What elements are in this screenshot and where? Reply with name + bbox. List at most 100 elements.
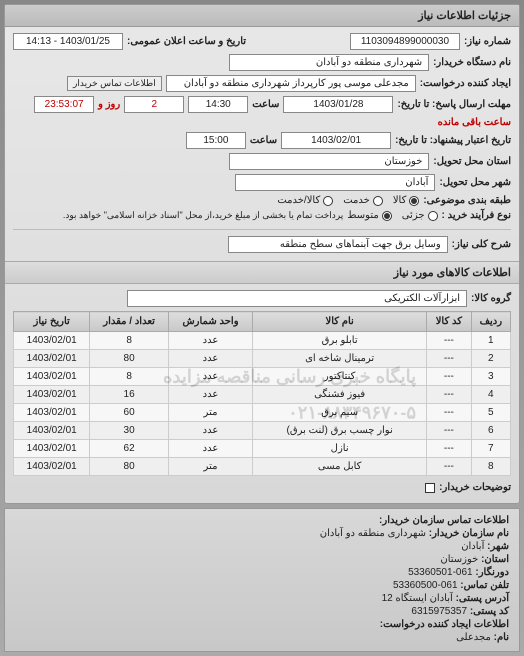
footer-org: شهرداری منطقه دو آبادان bbox=[320, 528, 426, 539]
table-row: 8---کابل مسیمتر801403/02/01 bbox=[14, 458, 511, 476]
validity-date: 1403/02/01 bbox=[281, 132, 391, 149]
classify-radios: کالا خدمت کالا/خدمت bbox=[277, 195, 419, 206]
radio-service-label: خدمت bbox=[343, 195, 370, 206]
deadline-label: مهلت ارسال پاسخ: تا تاریخ: bbox=[397, 99, 511, 110]
table-cell: عدد bbox=[168, 440, 252, 458]
creator-label: ایجاد کننده درخواست: bbox=[420, 78, 511, 89]
buyer-notes-checkbox[interactable] bbox=[425, 483, 435, 493]
time-label1: ساعت bbox=[252, 99, 279, 110]
table-row: 5---سیم برق۰۲۱-۸۸۳۴۹۶۷۰-۵متر601403/02/01 bbox=[14, 404, 511, 422]
table-cell: 1403/02/01 bbox=[14, 458, 90, 476]
table-cell: --- bbox=[427, 350, 472, 368]
table-cell: --- bbox=[427, 422, 472, 440]
table-cell: 1403/02/01 bbox=[14, 404, 90, 422]
panel-title: جزئیات اطلاعات نیاز bbox=[5, 5, 519, 27]
radio-medium[interactable] bbox=[382, 211, 392, 221]
table-cell: 6 bbox=[471, 422, 510, 440]
table-cell: 16 bbox=[90, 386, 169, 404]
time-remain-label: ساعت باقی مانده bbox=[438, 117, 511, 128]
col-unit: واحد شمارش bbox=[168, 312, 252, 332]
col-row: ردیف bbox=[471, 312, 510, 332]
footer-city-label: شهر: bbox=[487, 541, 509, 552]
footer-phone-label: تلفن تماس: bbox=[460, 580, 509, 591]
desc-label: شرح کلی نیاز: bbox=[452, 239, 511, 250]
radio-minor[interactable] bbox=[428, 211, 438, 221]
reqnum-label: شماره نیاز: bbox=[464, 36, 511, 47]
radio-goods[interactable] bbox=[409, 196, 419, 206]
table-cell: 1403/02/01 bbox=[14, 350, 90, 368]
table-cell: 80 bbox=[90, 350, 169, 368]
table-cell: متر bbox=[168, 458, 252, 476]
table-row: 3---کنتاکتورپایگاه خبری رسانی مناقصه مزا… bbox=[14, 368, 511, 386]
deadline-date: 1403/01/28 bbox=[283, 96, 393, 113]
table-cell: 5 bbox=[471, 404, 510, 422]
table-cell: 8 bbox=[90, 332, 169, 350]
footer-fax-label: دورنگار: bbox=[475, 567, 509, 578]
footer-phone: 061-53360500 bbox=[393, 580, 458, 591]
buyer-contact-footer: اطلاعات تماس سازمان خریدار: نام سازمان خ… bbox=[4, 508, 520, 652]
table-cell: --- bbox=[427, 386, 472, 404]
col-qty: تعداد / مقدار bbox=[90, 312, 169, 332]
footer-city: آبادان bbox=[461, 541, 484, 552]
radio-both-label: کالا/خدمت bbox=[277, 195, 320, 206]
table-cell: --- bbox=[427, 368, 472, 386]
pubdate-value: 1403/01/25 - 14:13 bbox=[13, 33, 123, 50]
table-cell: ترمینال شاخه ای bbox=[253, 350, 427, 368]
table-cell: 3 bbox=[471, 368, 510, 386]
table-cell: کابل مسی bbox=[253, 458, 427, 476]
footer-province-label: استان: bbox=[481, 554, 509, 565]
footer-address-label: آدرس پستی: bbox=[456, 593, 509, 604]
table-cell: 8 bbox=[471, 458, 510, 476]
process-label: نوع فرآیند خرید : bbox=[442, 210, 511, 221]
province-value: خوزستان bbox=[229, 153, 429, 170]
table-cell: 4 bbox=[471, 386, 510, 404]
radio-both[interactable] bbox=[323, 196, 333, 206]
table-cell: 1403/02/01 bbox=[14, 368, 90, 386]
footer-name: مجدعلی bbox=[456, 632, 491, 643]
watermark-text: ۰۲۱-۸۸۳۴۹۶۷۰-۵ bbox=[288, 402, 416, 423]
footer-province: خوزستان bbox=[440, 554, 478, 565]
table-cell: 1 bbox=[471, 332, 510, 350]
table-cell: نوار چسب برق (لنت برق) bbox=[253, 422, 427, 440]
items-table: ردیف کد کالا نام کالا واحد شمارش تعداد /… bbox=[13, 311, 511, 476]
table-cell: عدد bbox=[168, 422, 252, 440]
validity-time: 15:00 bbox=[186, 132, 246, 149]
table-cell: 7 bbox=[471, 440, 510, 458]
radio-service[interactable] bbox=[373, 196, 383, 206]
table-cell: متر bbox=[168, 404, 252, 422]
table-cell: سیم برق۰۲۱-۸۸۳۴۹۶۷۰-۵ bbox=[253, 404, 427, 422]
pubdate-label: تاریخ و ساعت اعلان عمومی: bbox=[127, 36, 246, 47]
city-label: شهر محل تحویل: bbox=[439, 177, 511, 188]
footer-address: آبادان ایستگاه 12 bbox=[382, 593, 453, 604]
group-value: ابزارآلات الکتریکی bbox=[127, 290, 467, 307]
table-cell: 80 bbox=[90, 458, 169, 476]
table-row: 1---تابلو برقعدد81403/02/01 bbox=[14, 332, 511, 350]
time-label2: ساعت bbox=[250, 135, 277, 146]
col-date: تاریخ نیاز bbox=[14, 312, 90, 332]
items-section-title: اطلاعات کالاهای مورد نیاز bbox=[5, 261, 519, 284]
footer-name-label: نام: bbox=[494, 632, 509, 643]
col-name: نام کالا bbox=[253, 312, 427, 332]
radio-minor-label: جزئی bbox=[402, 210, 425, 221]
time-remaining: 23:53:07 bbox=[34, 96, 94, 113]
group-label: گروه کالا: bbox=[471, 293, 511, 304]
footer-org-label: نام سازمان خریدار: bbox=[429, 528, 509, 539]
days-remain-label: روز و bbox=[98, 99, 120, 110]
table-cell: عدد bbox=[168, 386, 252, 404]
table-cell: 1403/02/01 bbox=[14, 440, 90, 458]
reqnum-value: 1103094899000030 bbox=[350, 33, 460, 50]
table-cell: نازل bbox=[253, 440, 427, 458]
table-row: 2---ترمینال شاخه ایعدد801403/02/01 bbox=[14, 350, 511, 368]
table-cell: --- bbox=[427, 332, 472, 350]
contact-buyer-button[interactable]: اطلاعات تماس خریدار bbox=[67, 76, 162, 91]
col-code: کد کالا bbox=[427, 312, 472, 332]
footer-title: اطلاعات تماس سازمان خریدار: bbox=[379, 515, 509, 526]
process-radios: جزئی متوسط bbox=[347, 210, 437, 221]
table-cell: 1403/02/01 bbox=[14, 332, 90, 350]
table-row: 7---نازلعدد621403/02/01 bbox=[14, 440, 511, 458]
table-row: 6---نوار چسب برق (لنت برق)عدد301403/02/0… bbox=[14, 422, 511, 440]
table-row: 4---فیوز فشنگیعدد161403/02/01 bbox=[14, 386, 511, 404]
footer-fax: 061-53360501 bbox=[408, 567, 473, 578]
days-remaining: 2 bbox=[124, 96, 184, 113]
buyer-device-value: شهرداری منطقه دو آبادان bbox=[229, 54, 429, 71]
